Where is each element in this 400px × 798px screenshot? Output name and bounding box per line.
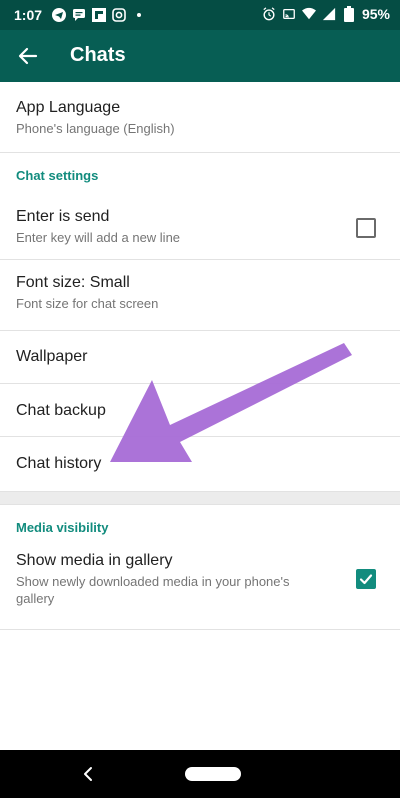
app-language-item[interactable]: App Language Phone's language (English) [0,82,400,153]
navigation-bar [0,750,400,798]
section-divider [0,491,400,505]
cast-icon [282,7,296,21]
notification-icons [52,8,146,22]
flipboard-icon [92,8,106,22]
wifi-icon [301,7,316,21]
font-size-item[interactable]: Font size: Small Font size for chat scre… [0,260,400,331]
font-size-title: Font size: Small [16,274,130,291]
app-language-subtitle: Phone's language (English) [16,121,175,136]
enter-is-send-title: Enter is send [16,208,110,225]
instagram-icon [112,8,126,22]
chat-backup-title: Chat backup [16,402,106,419]
chat-backup-item[interactable]: Chat backup [0,384,400,437]
signal-icon [322,7,336,21]
show-media-checkbox[interactable] [356,569,376,589]
back-arrow-icon[interactable] [16,44,40,68]
system-icons: 95% [262,6,390,22]
chat-history-title: Chat history [16,455,102,472]
nav-back-icon[interactable] [80,764,96,784]
app-language-title: App Language [16,99,121,116]
show-media-item[interactable]: Show media in gallery Show newly downloa… [0,541,400,630]
telegram-icon [52,8,66,22]
wallpaper-item[interactable]: Wallpaper [0,331,400,384]
show-media-subtitle-line2: gallery [16,591,55,606]
chat-settings-section: Chat settings [0,153,400,195]
chat-history-item[interactable]: Chat history [0,437,400,491]
battery-percent: 95% [361,6,390,22]
checkmark-icon [359,574,373,585]
battery-icon [342,6,356,22]
font-size-subtitle: Font size for chat screen [16,296,159,311]
enter-is-send-checkbox[interactable] [356,218,376,238]
media-visibility-header: Media visibility [16,520,109,535]
wallpaper-title: Wallpaper [16,348,88,365]
page-title: Chats [70,44,126,66]
message-icon [72,8,86,22]
chat-settings-header: Chat settings [16,168,99,183]
show-media-title: Show media in gallery [16,552,173,569]
media-visibility-section: Media visibility [0,505,400,541]
settings-list: App Language Phone's language (English) … [0,82,400,630]
app-bar: Chats [0,30,400,82]
status-time: 1:07 [14,7,43,23]
status-bar: 1:07 95% [0,0,400,30]
nav-home-button[interactable] [185,767,241,781]
show-media-subtitle-line1: Show newly downloaded media in your phon… [16,574,290,589]
enter-is-send-subtitle: Enter key will add a new line [16,230,181,245]
enter-is-send-item[interactable]: Enter is send Enter key will add a new l… [0,195,400,260]
alarm-icon [262,7,276,21]
dot-icon [132,8,146,22]
